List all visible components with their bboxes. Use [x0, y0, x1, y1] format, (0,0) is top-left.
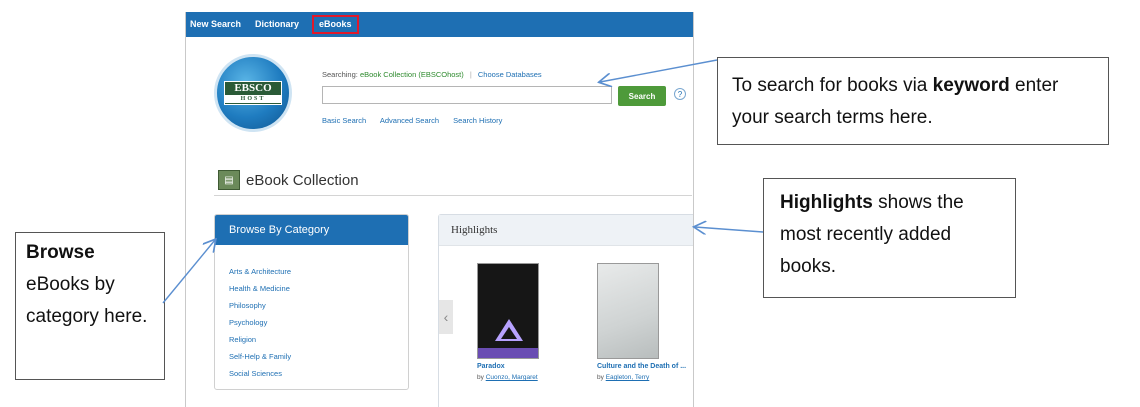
category-link[interactable]: Health & Medicine	[229, 280, 408, 297]
highlights-heading: Highlights	[439, 215, 693, 246]
callout-text: To search for books via	[732, 75, 933, 96]
logo-subtext: HOST	[225, 95, 281, 103]
searching-line: Searching: eBook Collection (EBSCOhost) …	[322, 70, 542, 79]
book-byline: by Eagleton, Terry	[597, 374, 693, 381]
callout-bold: keyword	[932, 75, 1010, 96]
ebook-collection-icon: ▤	[218, 170, 240, 190]
by-label: by	[597, 374, 604, 381]
category-link[interactable]: Psychology	[229, 314, 408, 331]
category-link[interactable]: Social Sciences	[229, 365, 408, 382]
separator: |	[469, 70, 472, 79]
ebsco-screenshot: New Search Dictionary eBooks EBSCO HOST …	[185, 12, 694, 407]
nav-dictionary[interactable]: Dictionary	[251, 12, 309, 37]
nav-new-search[interactable]: New Search	[186, 12, 251, 37]
category-link[interactable]: Philosophy	[229, 297, 408, 314]
logo-wordmark: EBSCO HOST	[224, 81, 282, 105]
callout-bold: Browse	[26, 242, 95, 263]
choose-databases-link[interactable]: Choose Databases	[478, 70, 542, 79]
book-title[interactable]: Culture and the Death of ...	[597, 363, 693, 371]
book-author-link[interactable]: Eagleton, Terry	[606, 374, 650, 381]
callout-text: eBooks by category here.	[26, 274, 148, 327]
highlight-book[interactable]: Culture and the Death of ... by Eagleton…	[597, 263, 693, 381]
ebsco-host-logo[interactable]: EBSCO HOST	[214, 54, 292, 132]
cover-band	[478, 348, 538, 358]
advanced-search-link[interactable]: Advanced Search	[380, 116, 439, 125]
searching-prefix: Searching:	[322, 70, 358, 79]
callout-keyword-search: To search for books via keyword enter yo…	[717, 57, 1109, 145]
callout-bold: Highlights	[780, 192, 873, 213]
book-author-link[interactable]: Cuonzo, Margaret	[486, 374, 538, 381]
collection-title: eBook Collection	[246, 171, 359, 189]
cover-triangle-inner	[501, 327, 517, 339]
category-link[interactable]: Religion	[229, 331, 408, 348]
basic-search-link[interactable]: Basic Search	[322, 116, 366, 125]
highlights-panel: Highlights ‹ Paradox by Cuonzo, Margaret…	[438, 214, 693, 407]
book-cover[interactable]	[477, 263, 539, 359]
search-links: Basic Search Advanced Search Search Hist…	[322, 116, 514, 125]
search-button[interactable]: Search	[618, 86, 666, 106]
searching-database: eBook Collection (EBSCOhost)	[359, 70, 464, 79]
help-icon[interactable]: ?	[674, 88, 686, 100]
book-byline: by Cuonzo, Margaret	[477, 374, 587, 381]
by-label: by	[477, 374, 484, 381]
logo-text: EBSCO	[234, 82, 272, 94]
browse-heading: Browse By Category	[215, 215, 408, 245]
book-title[interactable]: Paradox	[477, 363, 587, 371]
highlight-book[interactable]: Paradox by Cuonzo, Margaret	[477, 263, 587, 381]
category-link[interactable]: Arts & Architecture	[229, 263, 408, 280]
category-list: Arts & Architecture Health & Medicine Ph…	[215, 245, 408, 382]
divider	[214, 195, 692, 196]
carousel-prev-button[interactable]: ‹	[439, 300, 453, 334]
book-cover[interactable]	[597, 263, 659, 359]
search-history-link[interactable]: Search History	[453, 116, 502, 125]
collection-header: ▤ eBook Collection	[218, 170, 359, 190]
browse-by-category-panel: Browse By Category Arts & Architecture H…	[214, 214, 409, 390]
top-navigation-bar: New Search Dictionary eBooks	[186, 12, 693, 37]
category-link[interactable]: Self-Help & Family	[229, 348, 408, 365]
callout-browse: Browse eBooks by category here.	[15, 232, 165, 380]
nav-ebooks[interactable]: eBooks	[309, 12, 362, 37]
arrow-to-highlights	[695, 227, 764, 232]
search-input[interactable]	[322, 86, 612, 104]
callout-highlights: Highlights shows the most recently added…	[763, 178, 1016, 298]
